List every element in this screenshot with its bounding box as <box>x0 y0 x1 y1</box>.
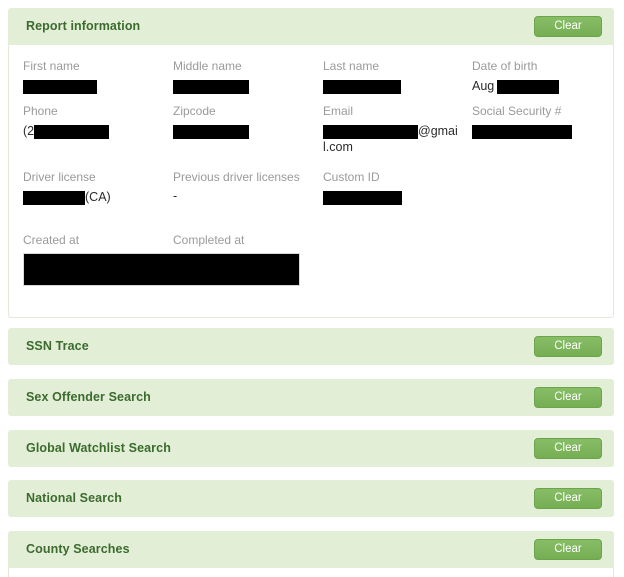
section-title-sex-offender-search: Sex Offender Search <box>26 390 151 405</box>
field-social-security: Social Security # <box>472 104 572 139</box>
field-first-name: First name <box>23 59 97 94</box>
section-national-search: National Search Clear <box>8 480 614 517</box>
field-value-date-of-birth: Aug <box>472 78 560 94</box>
section-ssn-trace: SSN Trace Clear <box>8 328 614 365</box>
field-value-custom-id <box>323 189 402 205</box>
field-value-last-name <box>323 78 401 94</box>
redaction-bar-phone <box>34 124 110 139</box>
field-label-phone: Phone <box>23 104 58 118</box>
field-label-zipcode: Zipcode <box>173 104 216 118</box>
section-title-county-searches: County Searches <box>26 542 130 557</box>
field-zipcode: Zipcode <box>173 104 249 139</box>
section-county-searches: County Searches Clear <box>8 531 614 577</box>
field-value-first-name <box>23 78 97 94</box>
clear-button-county-searches[interactable]: Clear <box>534 539 602 560</box>
redaction-bar-created-completed-at <box>23 253 300 286</box>
field-label-middle-name: Middle name <box>173 59 242 73</box>
redaction-bar-email <box>323 124 418 139</box>
section-header-report-information[interactable]: Report information Clear <box>8 8 614 45</box>
field-middle-name: Middle name <box>173 59 249 94</box>
clear-button-report-information[interactable]: Clear <box>534 16 602 37</box>
section-header-sex-offender-search[interactable]: Sex Offender Search Clear <box>8 379 614 416</box>
redaction-bar-social-security <box>472 124 572 139</box>
clear-button-global-watchlist-search[interactable]: Clear <box>534 438 602 459</box>
field-label-completed-at: Completed at <box>173 233 245 247</box>
section-title-ssn-trace: SSN Trace <box>26 339 89 354</box>
field-completed-at: Completed at <box>173 233 244 248</box>
section-title-report-information: Report information <box>26 19 141 34</box>
section-header-ssn-trace[interactable]: SSN Trace Clear <box>8 328 614 365</box>
field-value-date-of-birth-text: Aug <box>472 79 495 93</box>
section-header-county-searches[interactable]: County Searches Clear <box>8 531 614 568</box>
field-last-name: Last name <box>323 59 401 94</box>
field-driver-license: Driver license (CA) <box>23 170 111 205</box>
county-searches-body <box>8 568 614 577</box>
field-value-social-security <box>472 123 572 139</box>
redaction-bar-custom-id <box>323 190 402 205</box>
field-label-last-name: Last name <box>323 59 380 73</box>
section-global-watchlist-search: Global Watchlist Search Clear <box>8 430 614 467</box>
report-page: Report information Clear First name Midd… <box>0 0 624 577</box>
field-label-driver-license: Driver license <box>23 170 96 184</box>
field-label-date-of-birth: Date of birth <box>472 59 538 73</box>
field-value-driver-license-text: (CA) <box>85 190 111 204</box>
field-value-phone-text: (2 <box>23 124 35 138</box>
clear-button-national-search[interactable]: Clear <box>534 488 602 509</box>
redaction-bar-driver-license <box>23 190 85 205</box>
section-report-information: Report information Clear First name Midd… <box>8 8 614 318</box>
report-information-body: First name Middle name Last name Date of… <box>8 45 614 318</box>
field-label-created-at: Created at <box>23 233 80 247</box>
section-sex-offender-search: Sex Offender Search Clear <box>8 379 614 416</box>
section-title-global-watchlist-search: Global Watchlist Search <box>26 441 171 456</box>
section-title-national-search: National Search <box>26 491 122 506</box>
field-label-previous-driver-licenses: Previous driver licenses <box>173 170 300 184</box>
field-phone: Phone (2 <box>23 104 110 139</box>
redaction-bar-first-name <box>23 79 97 94</box>
field-value-middle-name <box>173 78 249 94</box>
field-value-previous-driver-licenses: - <box>173 189 178 203</box>
field-label-email: Email <box>323 104 354 118</box>
field-custom-id: Custom ID <box>323 170 402 205</box>
field-value-email: @gmail.com <box>323 123 463 155</box>
field-date-of-birth: Date of birth Aug <box>472 59 560 94</box>
field-previous-driver-licenses: Previous driver licenses - <box>173 170 303 204</box>
clear-button-sex-offender-search[interactable]: Clear <box>534 387 602 408</box>
field-label-first-name: First name <box>23 59 80 73</box>
section-header-global-watchlist-search[interactable]: Global Watchlist Search Clear <box>8 430 614 467</box>
section-header-national-search[interactable]: National Search Clear <box>8 480 614 517</box>
field-email: Email @gmail.com <box>323 104 463 155</box>
redaction-bar-last-name <box>323 79 401 94</box>
field-value-driver-license: (CA) <box>23 189 111 205</box>
field-value-phone: (2 <box>23 123 110 139</box>
field-label-social-security: Social Security # <box>472 104 562 118</box>
redaction-bar-zipcode <box>173 124 249 139</box>
field-label-custom-id: Custom ID <box>323 170 380 184</box>
field-value-zipcode <box>173 123 249 139</box>
clear-button-ssn-trace[interactable]: Clear <box>534 336 602 357</box>
redaction-bar-middle-name <box>173 79 249 94</box>
field-created-at: Created at <box>23 233 79 248</box>
redaction-bar-date-of-birth <box>497 79 560 94</box>
